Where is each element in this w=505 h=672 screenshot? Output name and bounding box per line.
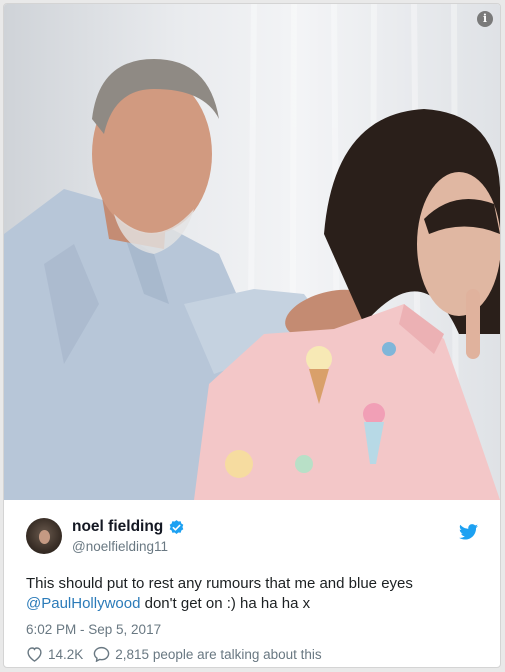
like-button[interactable]: 14.2K — [26, 646, 83, 662]
verified-badge-icon — [169, 519, 184, 534]
avatar[interactable] — [26, 518, 62, 554]
tweet-photo[interactable]: i — [4, 4, 500, 500]
tweet-text: This should put to rest any rumours that… — [26, 574, 476, 614]
tweet-body: noel fielding @noelfielding11 This shoul… — [4, 500, 500, 667]
tweet-actions: 14.2K 2,815 people are talking about thi… — [26, 646, 322, 662]
talking-about-text: 2,815 people are talking about this — [115, 646, 322, 662]
embedded-tweet-card: i noel fielding @noelfielding11 This sho… — [3, 3, 501, 668]
twitter-bird-icon[interactable] — [459, 524, 478, 540]
avatar-face — [39, 530, 50, 544]
author-display-name[interactable]: noel fielding — [72, 518, 163, 536]
author-handle[interactable]: @noelfielding11 — [72, 539, 168, 554]
tweet-timestamp[interactable]: 6:02 PM - Sep 5, 2017 — [26, 622, 161, 637]
heart-icon — [27, 647, 42, 662]
photo-illustration — [4, 4, 500, 500]
like-count: 14.2K — [48, 646, 84, 662]
tweet-text-part: don't get on :) ha ha ha x — [140, 595, 311, 612]
tweet-text-part: This should put to rest any rumours that… — [26, 575, 413, 592]
info-icon[interactable]: i — [477, 11, 493, 27]
conversation-button[interactable]: 2,815 people are talking about this — [93, 646, 322, 662]
mention-link[interactable]: @PaulHollywood — [26, 595, 140, 612]
speech-bubble-icon — [93, 646, 110, 662]
author-name-row: noel fielding — [72, 518, 185, 536]
